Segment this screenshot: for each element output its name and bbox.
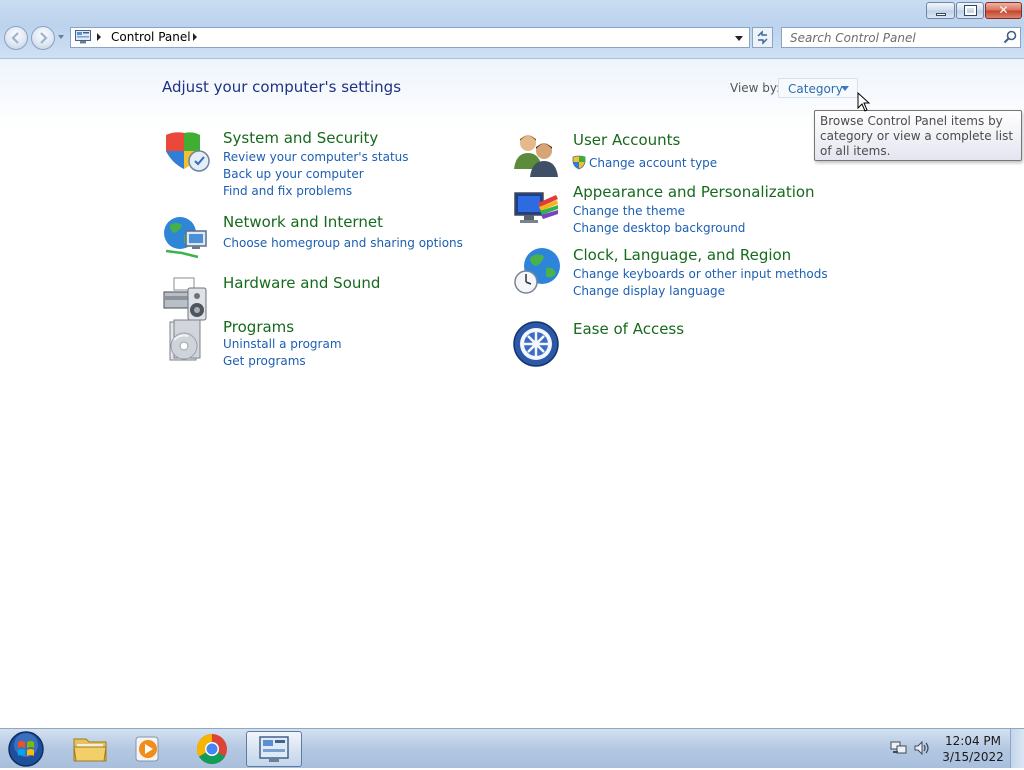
- link-homegroup-sharing[interactable]: Choose homegroup and sharing options: [223, 236, 463, 250]
- network-tray-icon[interactable]: [890, 740, 907, 756]
- clock-date[interactable]: 3/15/2022: [940, 750, 1006, 764]
- taskbar-windows-explorer[interactable]: [62, 731, 118, 767]
- minimize-icon: [936, 13, 946, 16]
- link-change-keyboards[interactable]: Change keyboards or other input methods: [573, 267, 828, 281]
- restore-button[interactable]: [956, 2, 984, 19]
- window-title-bar: ✕ Control Panel: [0, 0, 1024, 59]
- users-icon[interactable]: [512, 131, 560, 179]
- link-change-desktop-background[interactable]: Change desktop background: [573, 221, 745, 235]
- view-by-label: View by:: [730, 81, 781, 95]
- view-by-tooltip: Browse Control Panel items by category o…: [814, 110, 1022, 161]
- ease-of-access-icon[interactable]: [512, 320, 560, 368]
- show-desktop-button[interactable]: [1010, 729, 1024, 768]
- category-title-ease-of-access[interactable]: Ease of Access: [573, 320, 684, 338]
- globe-clock-icon[interactable]: [512, 246, 560, 294]
- clock-time[interactable]: 12:04 PM: [940, 734, 1006, 748]
- category-title-programs[interactable]: Programs: [223, 318, 294, 336]
- breadcrumb-control-panel[interactable]: Control Panel: [111, 30, 191, 44]
- category-title-hardware-and-sound[interactable]: Hardware and Sound: [223, 274, 380, 292]
- link-uninstall-program[interactable]: Uninstall a program: [223, 337, 342, 351]
- taskbar: 12:04 PM 3/15/2022: [0, 728, 1024, 768]
- recent-pages-dropdown[interactable]: [58, 35, 64, 39]
- back-button[interactable]: [4, 26, 28, 50]
- mouse-cursor-icon: [857, 92, 871, 112]
- control-panel-icon: [259, 736, 289, 762]
- address-history-dropdown[interactable]: [735, 36, 743, 41]
- search-icon[interactable]: [1003, 30, 1017, 44]
- address-bar[interactable]: Control Panel: [70, 27, 750, 48]
- volume-icon[interactable]: [913, 740, 931, 756]
- search-input[interactable]: [782, 28, 997, 47]
- category-title-clock-language-region[interactable]: Clock, Language, and Region: [573, 246, 791, 264]
- shield-icon[interactable]: [162, 129, 210, 177]
- breadcrumb-separator-icon[interactable]: [97, 33, 101, 41]
- programs-disc-icon[interactable]: [162, 318, 210, 366]
- taskbar-media-player[interactable]: [120, 731, 176, 767]
- refresh-button[interactable]: [752, 27, 773, 48]
- category-title-appearance[interactable]: Appearance and Personalization: [573, 183, 815, 201]
- restore-icon: [964, 5, 977, 16]
- link-change-account-type[interactable]: Change account type: [589, 156, 717, 170]
- control-panel-icon: [75, 30, 91, 44]
- link-change-theme[interactable]: Change the theme: [573, 204, 685, 218]
- taskbar-chrome[interactable]: [184, 731, 240, 767]
- control-panel-content: Adjust your computer's settings View by:…: [0, 59, 1024, 728]
- windows-explorer-icon: [73, 738, 107, 762]
- breadcrumb-chevron-icon[interactable]: [193, 33, 197, 41]
- search-box[interactable]: [781, 27, 1021, 48]
- category-title-system-and-security[interactable]: System and Security: [223, 129, 378, 147]
- taskbar-control-panel[interactable]: [246, 731, 302, 767]
- chrome-icon: [196, 734, 227, 765]
- page-title: Adjust your computer's settings: [162, 78, 402, 96]
- view-by-value[interactable]: Category: [788, 82, 843, 96]
- view-by-dropdown[interactable]: Category: [778, 78, 858, 98]
- link-get-programs[interactable]: Get programs: [223, 354, 306, 368]
- printer-speaker-icon[interactable]: [162, 274, 210, 322]
- uac-shield-icon: [572, 155, 586, 170]
- minimize-button[interactable]: [926, 2, 955, 19]
- close-button[interactable]: ✕: [985, 2, 1022, 19]
- media-player-icon: [135, 736, 159, 762]
- refresh-icon: [757, 30, 768, 45]
- network-globe-icon[interactable]: [162, 213, 210, 261]
- monitor-colors-icon[interactable]: [512, 183, 560, 231]
- link-back-up[interactable]: Back up your computer: [223, 167, 364, 181]
- category-title-user-accounts[interactable]: User Accounts: [573, 131, 680, 149]
- start-button[interactable]: [6, 730, 46, 768]
- link-find-fix-problems[interactable]: Find and fix problems: [223, 184, 352, 198]
- close-icon: ✕: [998, 3, 1009, 17]
- back-arrow-icon: [11, 32, 19, 44]
- category-title-network-and-internet[interactable]: Network and Internet: [223, 213, 383, 231]
- link-change-display-language[interactable]: Change display language: [573, 284, 725, 298]
- forward-button[interactable]: [31, 26, 55, 50]
- forward-arrow-icon: [40, 32, 48, 44]
- link-review-status[interactable]: Review your computer's status: [223, 150, 409, 164]
- chevron-down-icon[interactable]: [841, 86, 849, 91]
